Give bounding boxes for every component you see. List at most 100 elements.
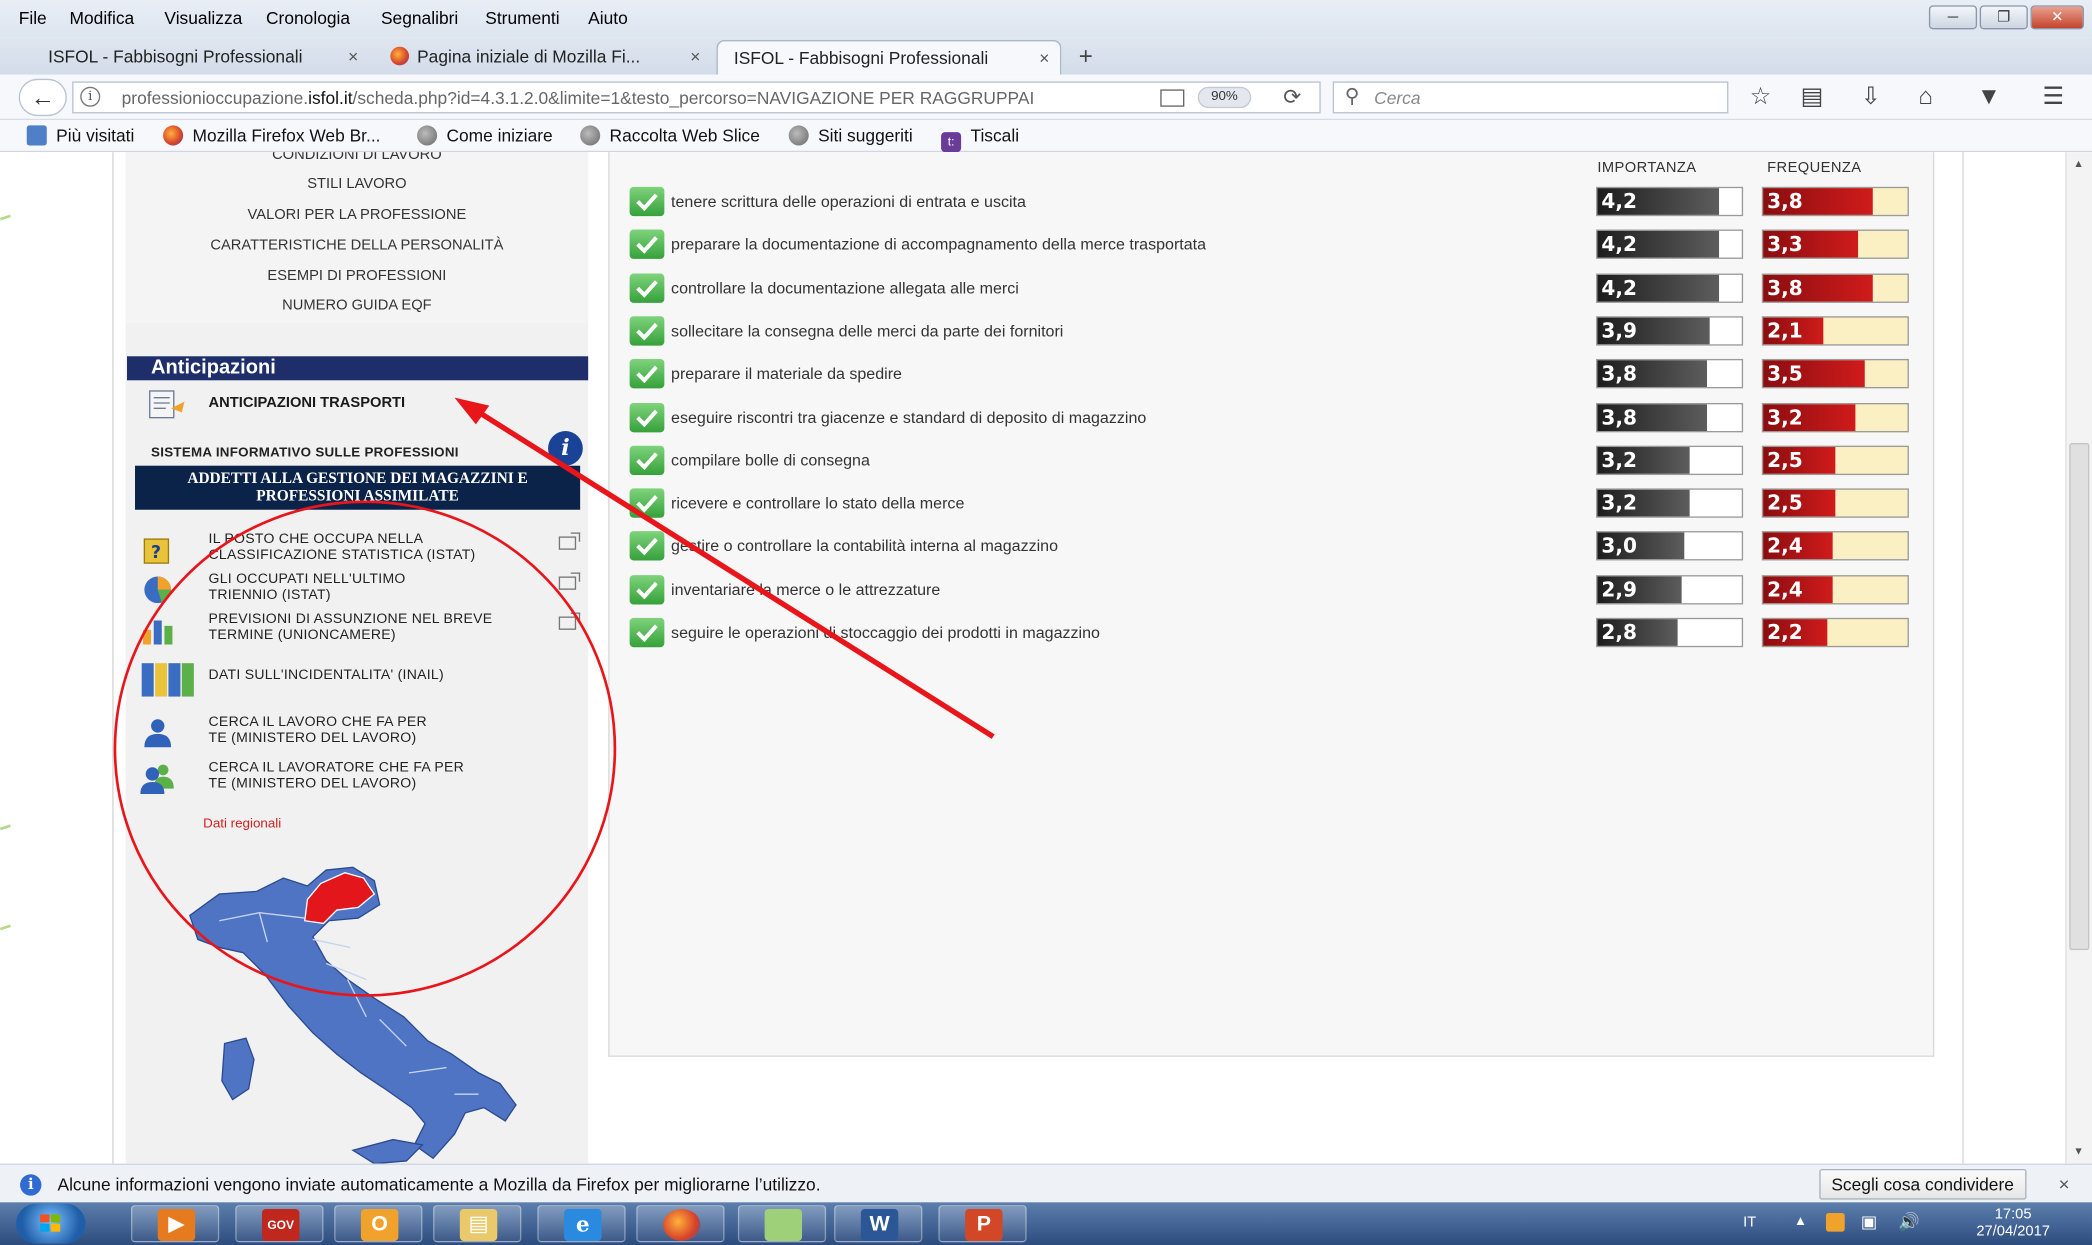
frequenza-value: 2,2 [1767, 620, 1803, 645]
taskbar-generic-app[interactable] [737, 1204, 827, 1243]
bookmark-come-iniziare[interactable]: Come iniziare [417, 125, 553, 146]
resource-istat-classificazione[interactable]: ? IL POSTO CHE OCCUPA NELLA CLASSIFICAZIO… [126, 531, 589, 571]
volume-icon[interactable]: 🔊 [1898, 1212, 1920, 1233]
clock[interactable]: 17:05 27/04/2017 [1946, 1206, 2080, 1241]
scroll-up-icon[interactable]: ▲ [2073, 157, 2084, 169]
column-header-importanza: IMPORTANZA [1597, 160, 1697, 177]
people-icon [140, 764, 174, 794]
hamburger-menu-icon[interactable]: ☰ [2043, 83, 2065, 111]
start-button[interactable] [16, 1203, 86, 1244]
tab-close-icon[interactable]: × [1039, 48, 1049, 68]
choose-what-to-share-button[interactable]: Scegli cosa condividere [1819, 1168, 2026, 1200]
taskbar-team-gov[interactable]: GOV [235, 1204, 324, 1243]
url-bar[interactable]: professionioccupazione.isfol.it/scheda.p… [72, 81, 1321, 114]
scroll-down-icon[interactable]: ▼ [2073, 1145, 2084, 1157]
anticipazioni-trasporti-link[interactable]: ANTICIPAZIONI TRASPORTI [209, 395, 406, 411]
new-tab-button[interactable]: + [1079, 43, 1093, 71]
sidebar-link-caratteristiche[interactable]: CARATTERISTICHE DELLA PERSONALITÀ [126, 238, 589, 254]
page-scrollbar[interactable]: ▲ ▼ [2065, 152, 2092, 1164]
resource-cerca-lavoro[interactable]: CERCA IL LAVORO CHE FA PER TE (MINISTERO … [126, 714, 589, 754]
menu-cronologia[interactable]: Cronologia [266, 8, 350, 28]
sidebar-link-condizioni[interactable]: CONDIZIONI DI LAVORO [126, 152, 589, 163]
home-icon[interactable]: ⌂ [1918, 83, 1933, 111]
dati-regionali-link[interactable]: Dati regionali [203, 817, 281, 832]
sidebar-link-stili[interactable]: STILI LAVORO [126, 176, 589, 192]
sip-label: SISTEMA INFORMATIVO SULLE PROFESSIONI [151, 445, 459, 461]
reload-icon[interactable]: ⟳ [1283, 84, 1301, 111]
language-indicator[interactable]: IT [1743, 1214, 1756, 1230]
bookmark-raccolta-web-slice[interactable]: Raccolta Web Slice [580, 125, 760, 146]
minimize-button[interactable]: ─ [1928, 5, 1978, 30]
library-icon[interactable]: ▤ [1801, 83, 1824, 111]
external-link-icon[interactable] [558, 612, 581, 630]
resource-inail[interactable]: DATI SULL'INCIDENTALITA' (INAIL) [126, 663, 589, 710]
search-input[interactable]: ⚲ Cerca [1332, 81, 1729, 114]
tray-app-icon[interactable] [1825, 1212, 1845, 1232]
external-link-icon[interactable] [558, 572, 581, 590]
activity-row: preparare la documentazione di accompagn… [610, 229, 1936, 270]
close-window-button[interactable]: ✕ [2030, 5, 2084, 30]
window-controls: ─ ❐ ✕ [1928, 5, 2084, 30]
resource-label: GLI OCCUPATI NELL'ULTIMO [208, 571, 406, 588]
resource-istat-occupati[interactable]: GLI OCCUPATI NELL'ULTIMO TRIENNIO (ISTAT) [126, 571, 589, 611]
resource-unioncamere[interactable]: PREVISIONI DI ASSUNZIONE NEL BREVE TERMIN… [126, 611, 589, 651]
scroll-thumb[interactable] [2069, 443, 2090, 951]
info-icon[interactable]: i [548, 431, 583, 466]
bookmark-label: Siti suggeriti [818, 125, 913, 146]
menu-segnalibri[interactable]: Segnalibri [381, 8, 458, 28]
taskbar-outlook[interactable]: O [334, 1204, 423, 1243]
tray-expand-icon[interactable]: ▲ [1794, 1214, 1807, 1229]
bookmark-siti-suggeriti[interactable]: Siti suggeriti [788, 125, 913, 146]
pocket-icon[interactable]: ▼ [1977, 83, 2001, 111]
menu-modifica[interactable]: Modifica [70, 8, 135, 28]
taskbar-media-player[interactable]: ▶ [131, 1204, 220, 1243]
network-icon[interactable]: ▣ [1861, 1212, 1877, 1233]
menu-file[interactable]: File [19, 8, 47, 28]
taskbar-internet-explorer[interactable]: e [537, 1204, 626, 1243]
importanza-bar: 4,2 [1596, 229, 1744, 260]
bookmark-tiscali[interactable]: t: Tiscali [941, 125, 1019, 153]
notification-bar: i Alcune informazioni vengono inviate au… [0, 1163, 2092, 1203]
frequenza-value: 2,5 [1767, 448, 1803, 473]
importanza-value: 3,2 [1601, 448, 1637, 473]
binders-icon [141, 663, 194, 697]
restore-button[interactable]: ❐ [1979, 5, 2028, 30]
importanza-bar: 4,2 [1596, 186, 1744, 217]
bookmark-mozilla[interactable]: Mozilla Firefox Web Br... [163, 125, 380, 146]
sidebar-link-eqf[interactable]: NUMERO GUIDA EQF [126, 298, 589, 314]
taskbar-powerpoint[interactable]: P [938, 1204, 1027, 1243]
zoom-indicator[interactable]: 90% [1197, 86, 1252, 109]
taskbar-firefox[interactable] [636, 1204, 725, 1243]
tab-isfol-1[interactable]: ISFOL - Fabbisogni Professionali × [32, 40, 369, 75]
tab-mozilla-home[interactable]: Pagina iniziale di Mozilla Fi... × [374, 40, 711, 75]
italy-map[interactable] [179, 859, 540, 1164]
reader-view-icon[interactable] [1160, 89, 1185, 107]
sidebar-link-valori[interactable]: VALORI PER LA PROFESSIONE [126, 207, 589, 223]
importanza-value: 3,8 [1601, 361, 1637, 386]
profession-title-line: ADDETTI ALLA GESTIONE DEI MAGAZZINI E [187, 471, 528, 488]
tab-isfol-active[interactable]: ISFOL - Fabbisogni Professionali × [716, 40, 1062, 75]
notification-close-icon[interactable]: × [2059, 1173, 2070, 1194]
firefox-icon [663, 1208, 701, 1242]
back-arrow-icon[interactable]: ← [18, 78, 67, 117]
importanza-value: 2,9 [1601, 577, 1637, 602]
resource-label: IL POSTO CHE OCCUPA NELLA [208, 531, 424, 548]
menu-visualizza[interactable]: Visualizza [164, 8, 242, 28]
external-link-icon[interactable] [558, 532, 581, 550]
menu-aiuto[interactable]: Aiuto [588, 8, 628, 28]
menu-strumenti[interactable]: Strumenti [485, 8, 559, 28]
tab-close-icon[interactable]: × [348, 47, 358, 67]
frequenza-value: 2,1 [1767, 318, 1803, 343]
taskbar-word[interactable]: W [834, 1204, 923, 1243]
bookmark-star-icon[interactable]: ☆ [1750, 83, 1772, 111]
download-icon[interactable]: ⇩ [1861, 83, 1881, 111]
tab-close-icon[interactable]: × [690, 47, 700, 67]
menu-bar: File Modifica Visualizza Cronologia Segn… [0, 0, 2092, 38]
sidebar-link-esempi[interactable]: ESEMPI DI PROFESSIONI [126, 268, 589, 284]
map-sardinia [221, 1037, 255, 1101]
taskbar-explorer[interactable]: ▤ [433, 1204, 522, 1243]
powerpoint-icon: P [965, 1208, 1003, 1242]
resource-cerca-lavoratore[interactable]: CERCA IL LAVORATORE CHE FA PER TE (MINIST… [126, 759, 589, 799]
bookmark-piu-visitati[interactable]: Più visitati [26, 125, 134, 146]
info-icon[interactable]: i [80, 86, 101, 107]
